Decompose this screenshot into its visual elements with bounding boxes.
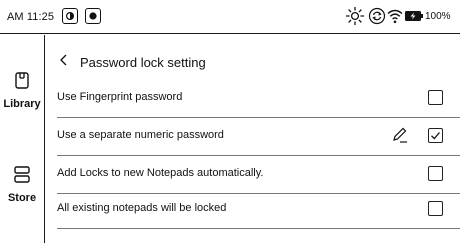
battery-charging-icon [405, 11, 423, 21]
brightness-icon[interactable] [345, 6, 365, 26]
sidebar-item-library[interactable]: Library [0, 71, 44, 110]
lock-existing-checkbox[interactable] [428, 201, 443, 216]
title-bar: Password lock setting [45, 35, 460, 83]
status-bar: AM 11:25 100% [0, 0, 460, 34]
page-title: Password lock setting [80, 55, 206, 70]
app-shortcut-icon[interactable] [62, 8, 78, 24]
sync-icon[interactable] [367, 6, 387, 26]
setting-label: Use Fingerprint password [57, 91, 183, 103]
auto-lock-new-checkbox[interactable] [428, 166, 443, 181]
fingerprint-checkbox[interactable] [428, 90, 443, 105]
setting-row-fingerprint[interactable]: Use Fingerprint password [45, 80, 460, 118]
battery-percent: 100% [425, 11, 451, 22]
divider [57, 228, 460, 229]
settings-panel: Password lock setting Use Fingerprint pa… [45, 35, 460, 243]
sidebar: Library Store [0, 35, 45, 243]
setting-label: All existing notepads will be locked [57, 202, 227, 214]
store-icon [14, 166, 30, 183]
sidebar-item-label: Store [7, 192, 37, 204]
wifi-icon[interactable] [386, 6, 404, 26]
library-icon [15, 72, 29, 89]
setting-label: Use a separate numeric password [57, 129, 224, 141]
edit-pen-icon[interactable] [391, 125, 409, 145]
record-icon[interactable] [85, 8, 101, 24]
numeric-password-checkbox[interactable] [428, 128, 443, 143]
sidebar-item-store[interactable]: Store [0, 165, 44, 204]
sidebar-item-label: Library [3, 98, 41, 110]
setting-row-numeric-password[interactable]: Use a separate numeric password [45, 118, 460, 156]
setting-row-auto-lock-new[interactable]: Add Locks to new Notepads automatically. [45, 156, 460, 194]
checkmark-icon [431, 132, 440, 140]
setting-row-lock-existing[interactable]: All existing notepads will be locked [45, 191, 460, 229]
status-time: AM 11:25 [7, 11, 55, 23]
back-chevron-icon[interactable] [59, 54, 69, 66]
setting-label: Add Locks to new Notepads automatically. [57, 167, 264, 179]
